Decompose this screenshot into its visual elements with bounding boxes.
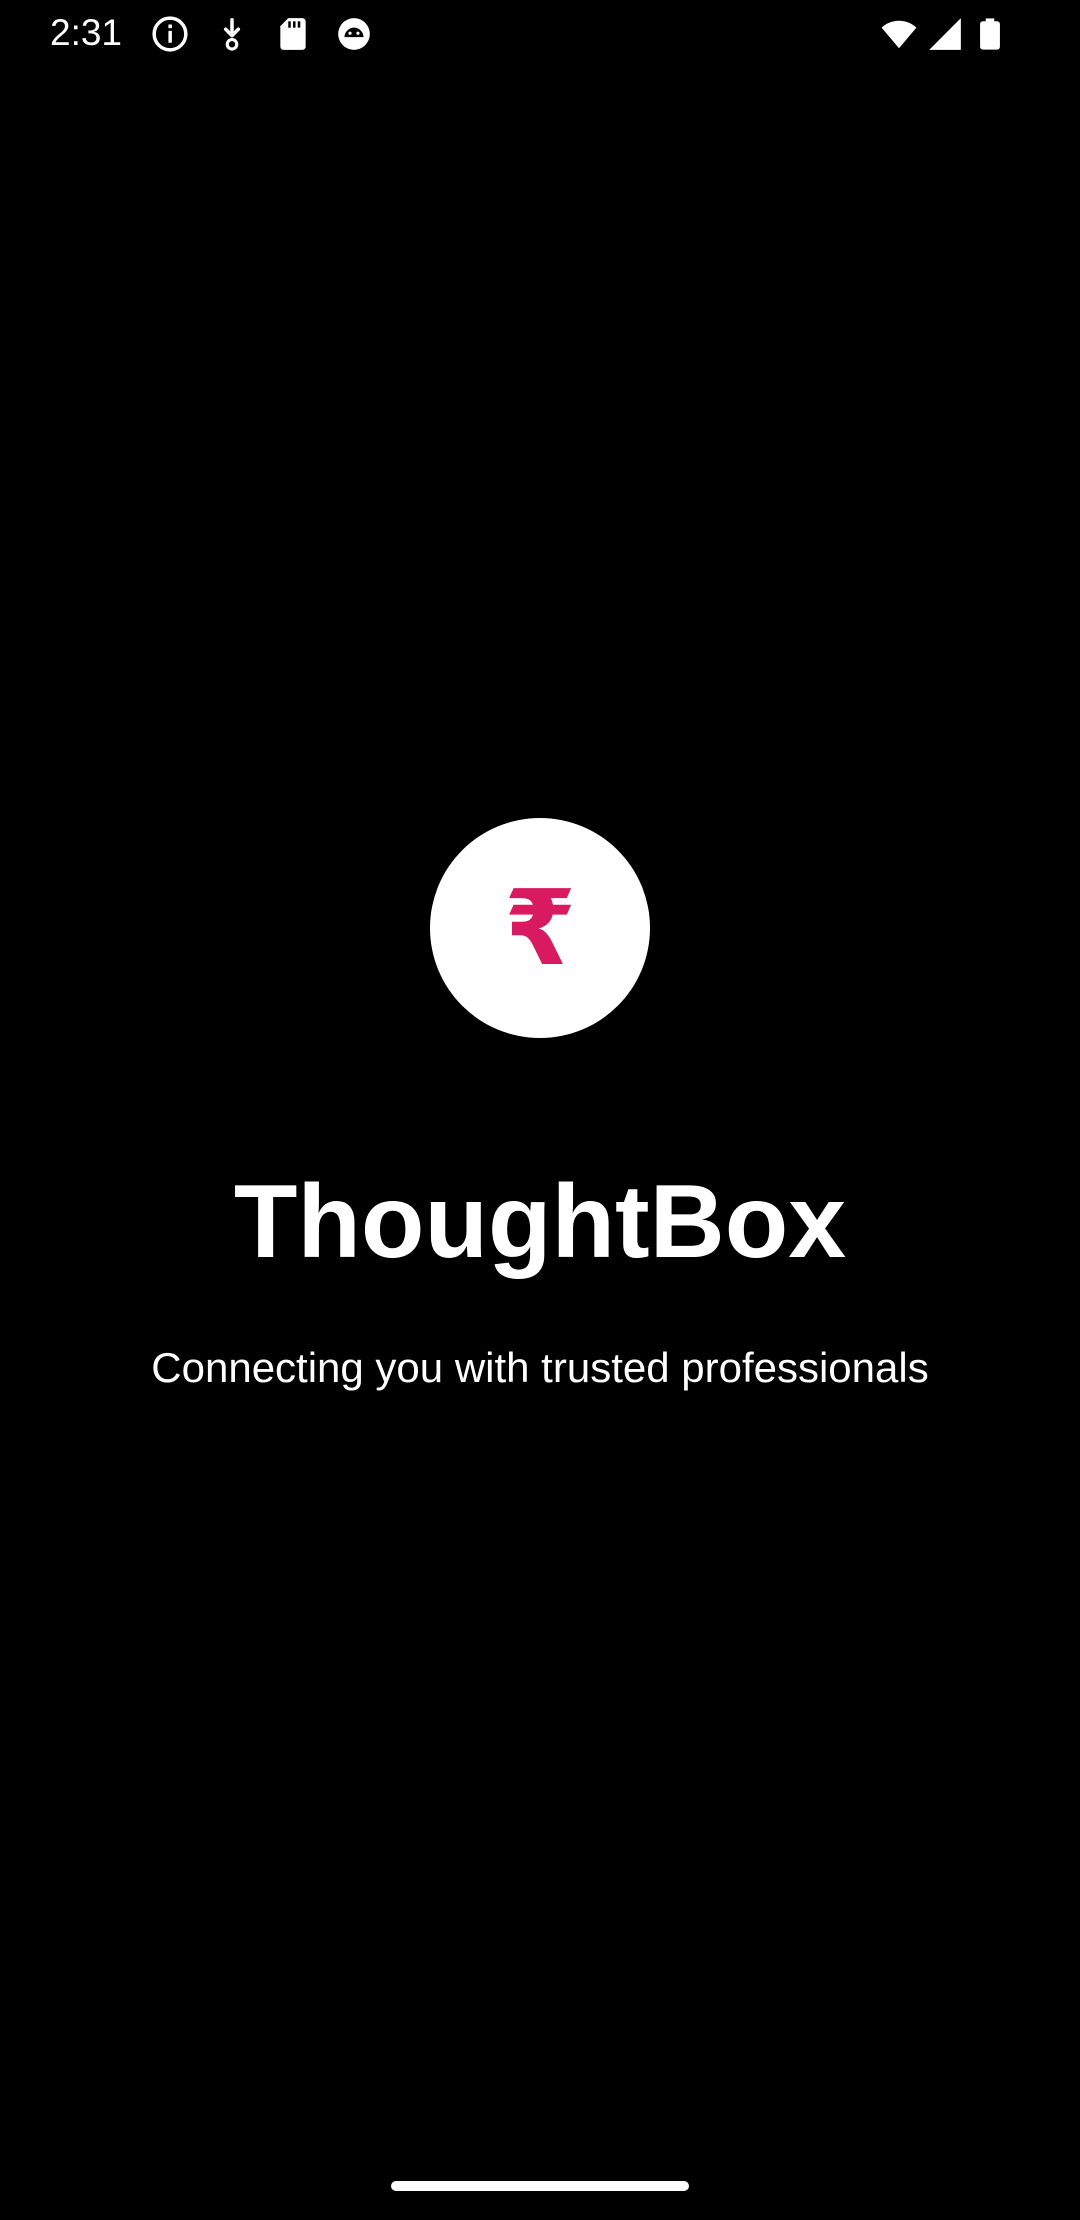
app-title: ThoughtBox	[233, 1164, 847, 1280]
wifi-icon	[880, 15, 918, 53]
download-icon	[213, 15, 251, 53]
app-tagline: Connecting you with trusted professional…	[151, 1344, 929, 1391]
sd-card-icon	[274, 15, 312, 53]
app-logo: ₹	[430, 818, 650, 1038]
status-time: 2:31	[50, 12, 123, 53]
battery-icon	[973, 15, 1007, 53]
android-icon	[335, 15, 373, 53]
signal-icon	[926, 15, 964, 53]
rupee-icon: ₹	[503, 867, 577, 989]
info-icon	[151, 15, 189, 53]
status-bar: 2:31	[0, 0, 1080, 66]
home-indicator[interactable]	[391, 2181, 689, 2191]
